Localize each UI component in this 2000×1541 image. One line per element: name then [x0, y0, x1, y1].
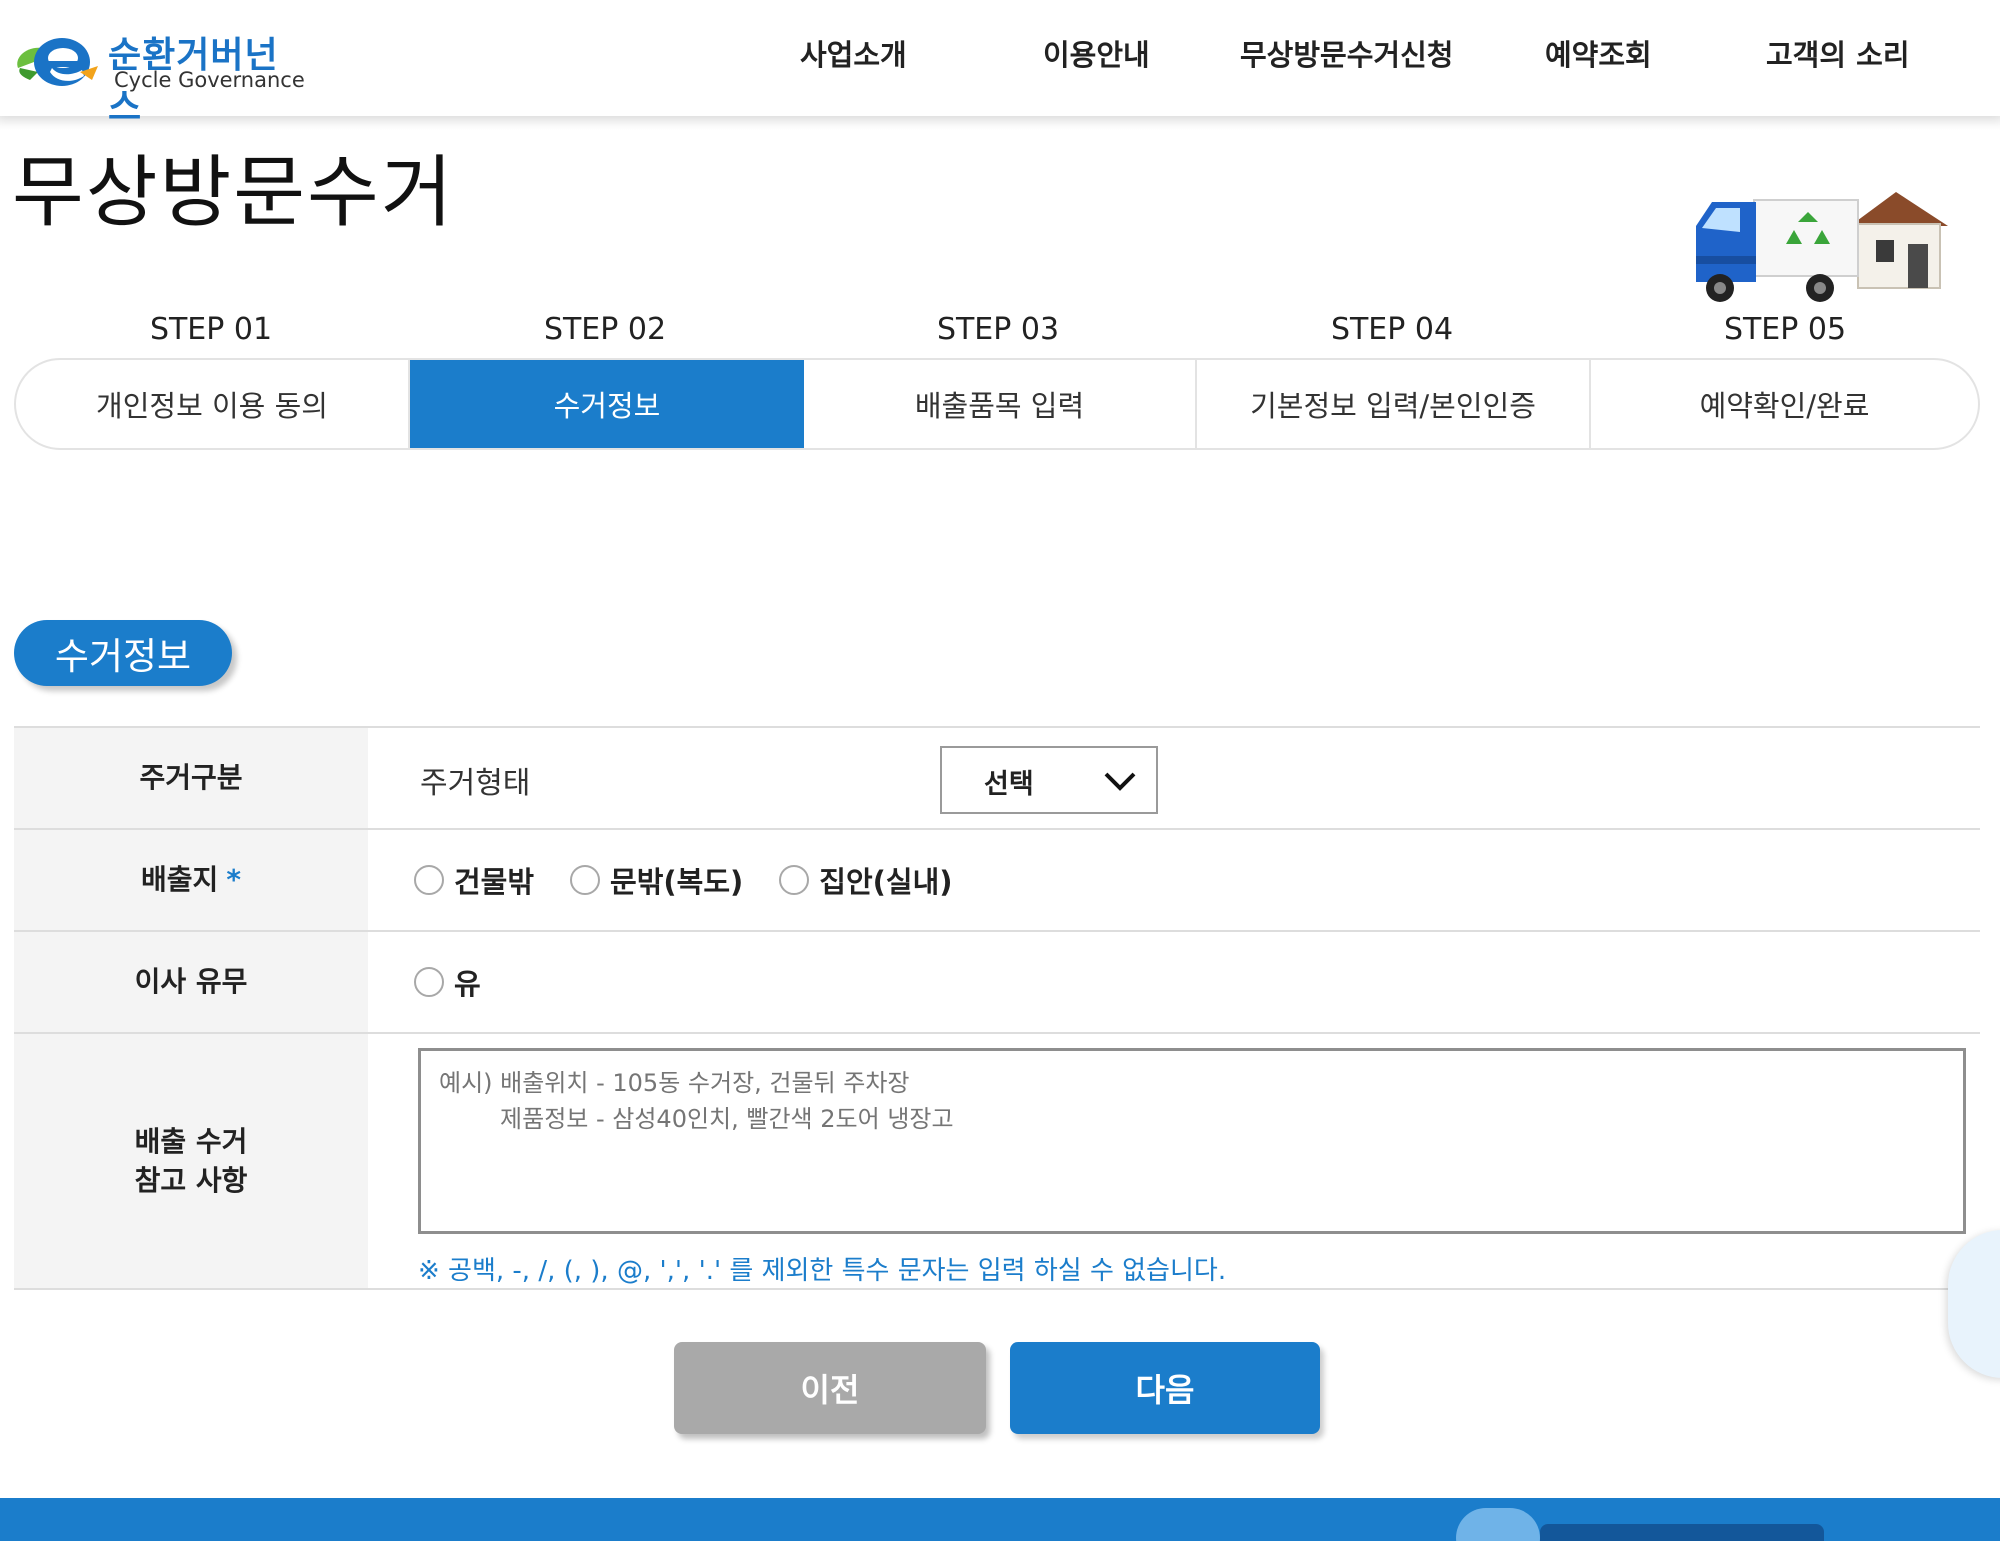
nav-item-business[interactable]: 사업소개 — [800, 32, 907, 74]
nav-item-free-pickup[interactable]: 무상방문수거신청 — [1240, 32, 1453, 74]
logo-e-icon — [17, 38, 98, 86]
radio-circle[interactable] — [779, 865, 810, 895]
row-header-housing: 주거구분 — [14, 728, 368, 828]
prev-button[interactable]: 이전 — [674, 1342, 986, 1434]
radio-circle[interactable] — [414, 865, 444, 895]
radio-label: 건물밖 — [454, 865, 535, 899]
step-tab-item-entry[interactable]: 배출품목 입력 — [804, 360, 1197, 448]
radio-label: 유 — [454, 967, 481, 1001]
step-label: 기본정보 입력/본인인증 — [1250, 389, 1536, 423]
select-value: 선택 — [984, 769, 1034, 800]
nav-item-reservation-lookup[interactable]: 예약조회 — [1545, 32, 1652, 74]
step-number-3: STEP 03 — [936, 312, 1060, 347]
step-tab-basic-info[interactable]: 기본정보 입력/본인인증 — [1197, 360, 1591, 448]
logo-subtitle: Cycle Governance — [114, 68, 305, 92]
step-tab-privacy-consent[interactable]: 개인정보 이용 동의 — [16, 360, 410, 448]
form-row-moving: 이사 유무 유 — [14, 932, 1980, 1034]
pickup-notes-textarea[interactable] — [418, 1048, 1966, 1234]
step-number-5: STEP 05 — [1723, 312, 1847, 347]
step-label: 수거정보 — [553, 389, 661, 423]
row-header-notes: 배출 수거 참고 사항 — [14, 1034, 368, 1288]
row-content-notes: ※ 공백, -, /, (, ), @, ',', '.' 를 제외한 특수 문… — [368, 1034, 1980, 1288]
step-number-4: STEP 04 — [1330, 312, 1454, 347]
steps-progress-bar: 개인정보 이용 동의 수거정보 배출품목 입력 기본정보 입력/본인인증 예약확… — [14, 358, 1980, 450]
next-button[interactable]: 다음 — [1010, 1342, 1320, 1434]
step-tab-pickup-info[interactable]: 수거정보 — [410, 360, 804, 448]
housing-type-label: 주거형태 — [420, 766, 531, 801]
site-logo[interactable]: 순환거버넌스 Cycle Governance — [12, 22, 312, 128]
page-title: 무상방문수거 — [12, 148, 455, 238]
form-row-housing: 주거구분 주거형태 선택 — [14, 728, 1980, 830]
footer-bubble-icon — [1456, 1508, 1540, 1541]
truck-house-illustration — [1696, 192, 1948, 302]
row-content-moving: 유 — [368, 932, 1980, 1032]
radio-moving-yes[interactable]: 유 — [414, 961, 481, 1003]
radio-circle[interactable] — [414, 967, 444, 997]
step-label: 예약확인/완료 — [1699, 389, 1870, 423]
notes-header-line1: 배출 수거 — [134, 1124, 248, 1158]
nav-item-guide[interactable]: 이용안내 — [1043, 32, 1150, 74]
moving-radio-group: 유 — [414, 932, 517, 1032]
row-content-location: 건물밖 문밖(복도) 집안(실내) — [368, 830, 1980, 930]
location-header-label: 배출지 — [141, 863, 219, 897]
form-row-notes: 배출 수거 참고 사항 ※ 공백, -, /, (, ), @, ',', '.… — [14, 1034, 1980, 1290]
row-header-moving: 이사 유무 — [14, 932, 368, 1032]
pickup-info-form: 주거구분 주거형태 선택 배출지 * 건물밖 문밖(복도) 집안(실내) 이사 … — [14, 726, 1980, 1290]
step-number-2: STEP 02 — [543, 312, 667, 347]
housing-type-select[interactable]: 선택 — [940, 746, 1158, 814]
radio-label: 집안(실내) — [819, 865, 953, 899]
required-mark: * — [226, 863, 241, 897]
radio-label: 문밖(복도) — [610, 865, 744, 899]
step-number-1: STEP 01 — [149, 312, 273, 347]
radio-circle[interactable] — [570, 865, 601, 895]
site-header: 순환거버넌스 Cycle Governance 사업소개 이용안내 무상방문수거… — [0, 0, 2000, 128]
radio-inside-home[interactable]: 집안(실내) — [779, 859, 953, 901]
footer-tab — [1540, 1524, 1824, 1541]
chevron-down-icon — [1104, 772, 1136, 791]
nav-item-customer-voice[interactable]: 고객의 소리 — [1766, 32, 1910, 74]
notes-header-line2: 참고 사항 — [134, 1164, 248, 1197]
row-header-location: 배출지 * — [14, 830, 368, 930]
radio-outside-building[interactable]: 건물밖 — [414, 859, 534, 901]
step-label: 배출품목 입력 — [914, 389, 1085, 423]
section-title-badge: 수거정보 — [14, 620, 232, 686]
radio-outside-door[interactable]: 문밖(복도) — [570, 859, 743, 901]
row-content-housing: 주거형태 선택 — [368, 728, 1980, 828]
form-row-location: 배출지 * 건물밖 문밖(복도) 집안(실내) — [14, 830, 1980, 932]
special-char-notice: ※ 공백, -, /, (, ), @, ',', '.' 를 제외한 특수 문… — [418, 1256, 1227, 1286]
step-label: 개인정보 이용 동의 — [96, 389, 328, 423]
location-radio-group: 건물밖 문밖(복도) 집안(실내) — [414, 830, 989, 930]
step-tab-confirm[interactable]: 예약확인/완료 — [1591, 360, 1978, 448]
